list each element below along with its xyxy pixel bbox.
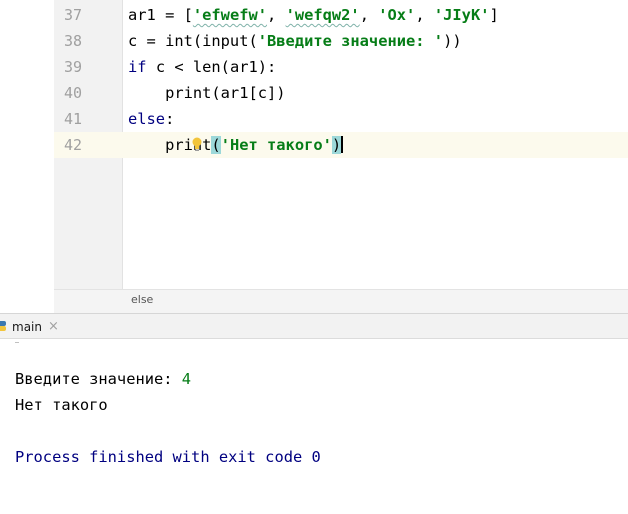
line-number: 38 <box>63 32 82 50</box>
code-token: ar1 = [ <box>128 6 193 24</box>
string-token: 'Введите значение: ' <box>257 32 444 50</box>
line-number: 42 <box>63 136 82 154</box>
code-text: ar1 = ['efwefw', 'wefqw2', 'Ox', 'JIyK'] <box>128 2 499 28</box>
code-line[interactable]: 42 print('Нет такого') <box>54 132 628 158</box>
code-text: else: <box>128 106 174 132</box>
left-tool-strip <box>0 0 55 313</box>
keyword-token: if <box>128 58 147 76</box>
text-caret <box>341 136 344 153</box>
code-token: )) <box>443 32 462 50</box>
code-line[interactable]: 40 print(ar1[c]) <box>54 80 628 106</box>
line-number: 41 <box>63 110 82 128</box>
code-token: , <box>415 6 434 24</box>
console-exit-message: Process finished with exit code 0 <box>15 448 321 466</box>
close-icon[interactable]: × <box>48 320 59 333</box>
matched-brace: ) <box>331 136 342 154</box>
code-line[interactable]: 38 c = int(input('Введите значение: ')) <box>54 28 628 54</box>
code-line[interactable]: 37 ar1 = ['efwefw', 'wefqw2', 'Ox', 'JIyK… <box>54 2 628 28</box>
code-token: print(ar1[c]) <box>128 84 286 102</box>
lightbulb-icon[interactable] <box>192 136 202 154</box>
console-output-line: Нет такого <box>15 396 108 414</box>
run-tab-label: main <box>12 319 42 334</box>
ide-window: 37 ar1 = ['efwefw', 'wefqw2', 'Ox', 'JIyK… <box>0 0 628 514</box>
code-text: if c < len(ar1): <box>128 54 276 80</box>
string-token: 'Нет такого' <box>220 136 332 154</box>
code-line[interactable]: 41 else: <box>54 106 628 132</box>
console-scroll-remnant <box>15 342 19 343</box>
breadcrumb[interactable]: else <box>131 293 153 306</box>
code-text: print('Нет такого') <box>128 132 344 158</box>
code-text: print(ar1[c]) <box>128 80 286 106</box>
code-token: ] <box>489 6 499 24</box>
code-token: , <box>267 6 286 24</box>
string-token-typo: 'wefqw2' <box>285 6 360 24</box>
code-line[interactable]: 39 if c < len(ar1): <box>54 54 628 80</box>
string-token: 'Ox' <box>378 6 416 24</box>
code-token: : <box>165 110 175 128</box>
keyword-token: else <box>128 110 166 128</box>
console-prompt-text: Введите значение: <box>15 370 182 388</box>
python-run-icon <box>0 321 6 331</box>
console-prompt-line: Введите значение: 4 <box>15 366 191 392</box>
code-text: c = int(input('Введите значение: ')) <box>128 28 462 54</box>
code-token: c = int(input( <box>128 32 258 50</box>
matched-brace: ( <box>211 136 221 154</box>
line-number: 39 <box>63 58 82 76</box>
code-token: , <box>359 6 379 24</box>
run-tab-main[interactable]: main × <box>0 314 65 339</box>
line-number: 40 <box>63 84 82 102</box>
run-tool-window-header: main × <box>0 313 628 339</box>
console-user-input: 4 <box>181 370 192 388</box>
code-token: c < len(ar1): <box>146 58 277 76</box>
line-number: 37 <box>63 6 82 24</box>
code-editor[interactable]: 37 ar1 = ['efwefw', 'wefqw2', 'Ox', 'JIyK… <box>0 0 628 313</box>
string-token: 'JIyK' <box>433 6 490 24</box>
run-console[interactable]: Введите значение: 4 Нет такого Process fin… <box>0 339 628 514</box>
string-token-typo: 'efwefw' <box>192 6 268 24</box>
breadcrumb-bar: else <box>54 289 628 313</box>
